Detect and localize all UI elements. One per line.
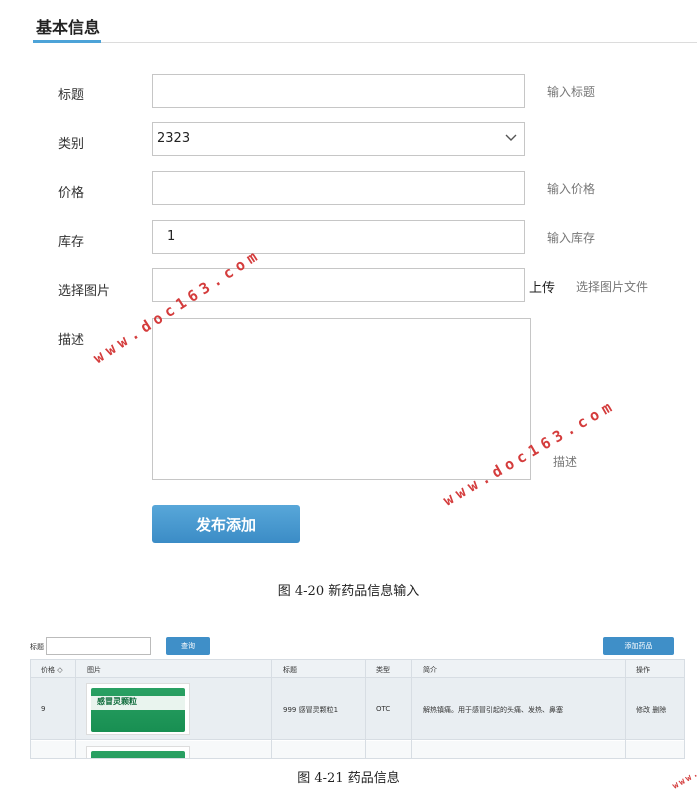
tab-active-indicator (33, 40, 101, 43)
column-header-type: 类型 (376, 666, 390, 674)
add-medicine-button[interactable]: 添加药品 (603, 637, 674, 655)
divider (101, 42, 697, 43)
table-row: 9 感冒灵颗粒 999 感冒灵颗粒1 OTC 解热镇痛。用于感冒引起的头痛、发热… (31, 678, 684, 740)
price-input[interactable] (152, 171, 525, 205)
title-label: 标题 (58, 88, 85, 103)
type-cell: OTC (376, 705, 391, 713)
table-header: 价格 ◇ 图片 标题 类型 简介 操作 (31, 660, 684, 678)
submit-button[interactable]: 发布添加 (152, 505, 300, 543)
product-image (86, 746, 190, 758)
medicine-box-image (91, 751, 185, 758)
stock-input[interactable]: 1 (152, 220, 525, 254)
image-hint: 选择图片文件 (576, 280, 649, 294)
figure-caption-4-21: 图 4-21 药品信息 (297, 771, 400, 786)
category-select[interactable]: 2323 (152, 122, 525, 156)
category-label: 类别 (58, 137, 85, 152)
column-header-actions: 操作 (636, 666, 650, 674)
query-button[interactable]: 查询 (166, 637, 210, 655)
medicine-table: 价格 ◇ 图片 标题 类型 简介 操作 9 感冒灵颗粒 999 感冒灵颗粒1 O… (30, 659, 685, 759)
product-image-text: 感冒灵颗粒 (97, 697, 137, 706)
price-cell: 9 (41, 705, 46, 713)
image-label: 选择图片 (58, 284, 111, 299)
product-image: 感冒灵颗粒 (86, 683, 190, 735)
intro-cell: 解热镇痛。用于感冒引起的头痛、发热、鼻塞 (423, 706, 563, 714)
search-input[interactable] (46, 637, 151, 655)
column-header-title: 标题 (283, 666, 297, 674)
chevron-down-icon (505, 134, 517, 141)
price-label: 价格 (58, 186, 85, 201)
description-textarea[interactable] (152, 318, 531, 480)
table-row (31, 741, 684, 758)
category-select-value: 2323 (157, 131, 191, 146)
upload-button[interactable]: 上传 (529, 277, 555, 296)
medicine-box-image (91, 688, 185, 732)
figure-caption-4-20: 图 4-20 新药品信息输入 (277, 584, 420, 599)
column-header-image: 图片 (87, 666, 101, 674)
stock-label: 库存 (58, 235, 85, 250)
stock-input-value: 1 (167, 229, 176, 244)
title-cell: 999 感冒灵颗粒1 (283, 706, 339, 714)
column-header-intro: 简介 (423, 666, 437, 674)
stock-hint: 输入库存 (547, 231, 596, 245)
title-input[interactable] (152, 74, 525, 108)
actions-cell[interactable]: 修改 删除 (636, 705, 666, 715)
description-label: 描述 (58, 333, 85, 348)
tab-title: 基本信息 (36, 18, 101, 37)
title-hint: 输入标题 (547, 85, 596, 99)
search-label: 标题 (30, 643, 44, 651)
description-hint: 描述 (553, 455, 578, 469)
price-hint: 输入价格 (547, 182, 596, 196)
column-header-price[interactable]: 价格 ◇ (41, 665, 63, 675)
